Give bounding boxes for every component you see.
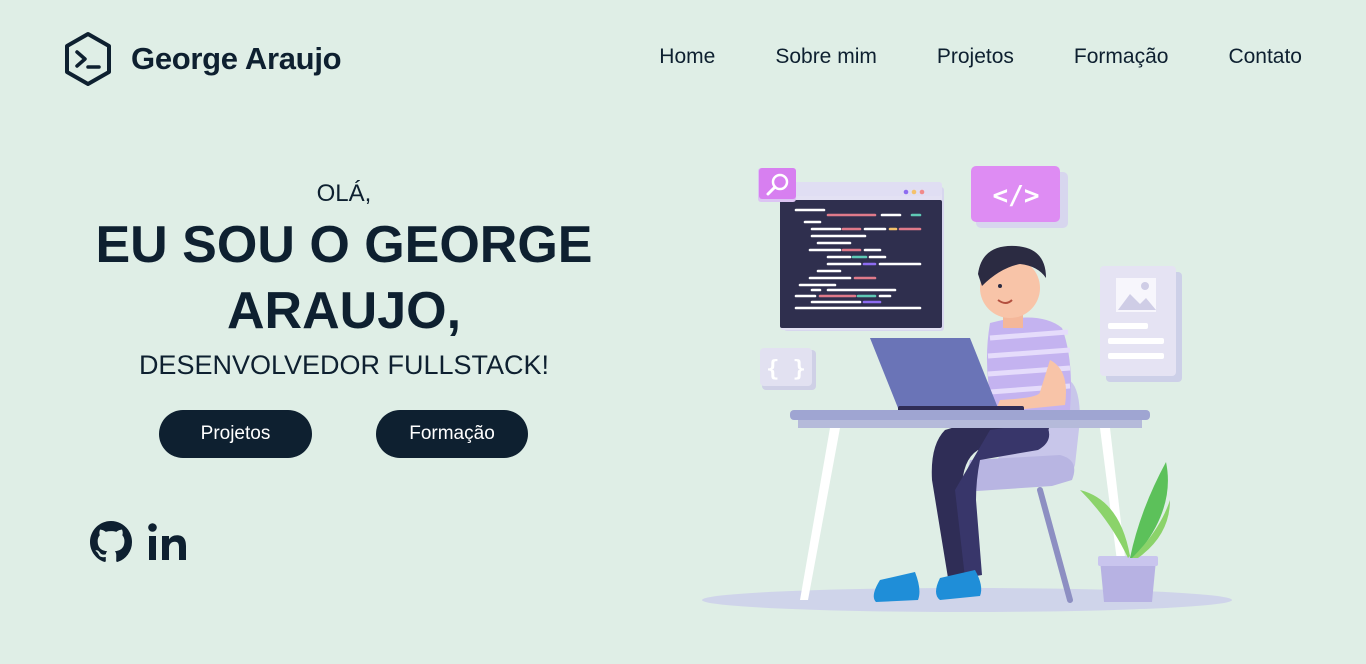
nav-projetos[interactable]: Projetos: [937, 45, 1014, 69]
formacao-button[interactable]: Formação: [376, 410, 528, 458]
projetos-button[interactable]: Projetos: [159, 410, 312, 458]
nav-contato[interactable]: Contato: [1228, 45, 1302, 69]
hero-headline-line2: ARAUJO,: [226, 282, 462, 340]
github-icon[interactable]: [90, 521, 132, 563]
main-nav: Home Sobre mim Projetos Formação Contato: [659, 45, 1302, 69]
hero-greeting: OLÁ,: [316, 180, 372, 207]
linkedin-icon[interactable]: [146, 520, 190, 564]
nav-formacao[interactable]: Formação: [1074, 45, 1169, 69]
svg-text:</>: </>: [993, 181, 1040, 211]
developer-illustration: </> { }: [702, 166, 1232, 612]
nav-sobre-mim[interactable]: Sobre mim: [775, 45, 877, 69]
hero-subtitle: DESENVOLVEDOR FULLSTACK!: [138, 350, 550, 380]
site-header: George Araujo Home Sobre mim Projetos Fo…: [0, 0, 1366, 120]
svg-text:{ }: { }: [766, 357, 806, 382]
terminal-hexagon-icon: [65, 32, 111, 86]
hero-section: OLÁ, EU SOU O GEORGE ARAUJO, DESENVOLVED…: [64, 170, 624, 381]
brand-name: George Araujo: [131, 41, 342, 76]
hero-headline-line1: EU SOU O GEORGE: [95, 216, 593, 274]
hero-headline: EU SOU O GEORGE ARAUJO,: [64, 212, 624, 344]
social-links: [90, 520, 190, 564]
nav-home[interactable]: Home: [659, 45, 715, 69]
hero-buttons: Projetos Formação: [159, 410, 528, 458]
brand-logo[interactable]: George Araujo: [63, 31, 342, 87]
